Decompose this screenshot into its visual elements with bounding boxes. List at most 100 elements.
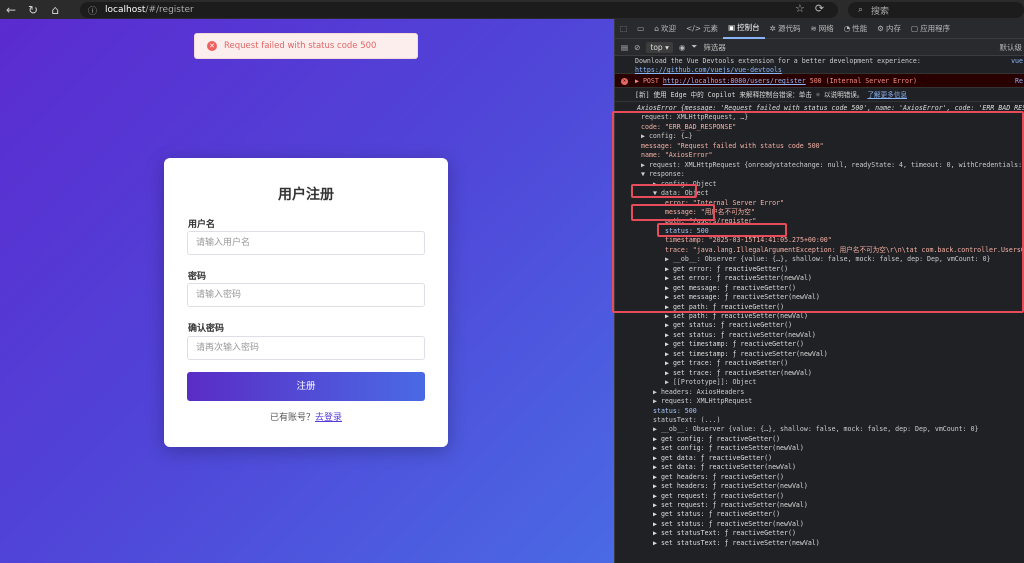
console-tree-line[interactable]: ▶ get config: ƒ reactiveGetter() bbox=[615, 435, 1024, 444]
vue-source[interactable]: vue bbox=[1011, 57, 1023, 66]
password-input[interactable]: 请输入密码 bbox=[187, 283, 425, 307]
confirm-password-label: 确认密码 bbox=[188, 324, 225, 334]
console-tree-line[interactable]: ▶ set data: ƒ reactiveSetter(newVal) bbox=[615, 463, 1024, 472]
vue-link[interactable]: https://github.com/vuejs/vue-devtools bbox=[635, 66, 782, 74]
inspect-icon[interactable]: ⬚ bbox=[615, 19, 632, 39]
copilot-message: [新] 使用 Edge 中的 Copilot 来解释控制台错误：单击 ☼ 以说明… bbox=[615, 88, 1024, 102]
console-tree-line[interactable]: ▶ get status: ƒ reactiveGetter() bbox=[615, 321, 1024, 330]
console-icon: ▣ bbox=[728, 23, 736, 32]
form-title: 用户注册 bbox=[278, 187, 334, 203]
tab-network[interactable]: ≋ 网络 bbox=[805, 19, 838, 39]
tab-network-label: 网络 bbox=[818, 24, 834, 33]
confirm-password-input[interactable]: 请再次输入密码 bbox=[187, 336, 425, 360]
performance-icon: ◔ bbox=[843, 24, 851, 33]
register-button[interactable]: 注册 bbox=[187, 372, 425, 401]
network-error-message: ✕ ▶ POST http://localhost:8080/users/reg… bbox=[615, 74, 1024, 88]
context-value: top bbox=[650, 42, 663, 52]
error-icon: ✕ bbox=[621, 78, 628, 85]
expand-icon[interactable]: ▶ bbox=[635, 77, 643, 85]
address-bar[interactable]: ⓘ localhost/#/register bbox=[80, 2, 838, 18]
copilot-icon[interactable]: ☼ bbox=[816, 91, 820, 99]
copilot-link[interactable]: 了解更多信息 bbox=[867, 91, 907, 99]
login-row: 已有账号？去登录 bbox=[164, 410, 448, 423]
eye-icon[interactable]: ◉ bbox=[679, 43, 686, 52]
toast-text: Request failed with status code 500 bbox=[224, 41, 377, 51]
refresh-icon[interactable]: ⟳ bbox=[815, 2, 824, 15]
console-tree-line[interactable]: ▶ set path: ƒ reactiveSetter(newVal) bbox=[615, 312, 1024, 321]
memory-icon: ⚙ bbox=[877, 24, 885, 33]
console-tree-line[interactable]: ▶ get trace: ƒ reactiveGetter() bbox=[615, 359, 1024, 368]
devtools-panel: ⬚ ▭ ⌂ 欢迎 </> 元素 ▣ 控制台 ✲ 源代码 ≋ 网络 ◔ 性能 ⚙ 内存 ▢ 应用程… bbox=[612, 19, 1024, 563]
highlight-message bbox=[657, 223, 787, 237]
clear-console-icon[interactable]: ⊘ bbox=[634, 43, 640, 52]
back-icon[interactable]: ← bbox=[0, 3, 22, 17]
reload-icon[interactable]: ↻ bbox=[22, 3, 44, 17]
filter-input[interactable]: 筛选器 bbox=[703, 42, 726, 53]
console-tree-line[interactable]: ▶ set config: ƒ reactiveSetter(newVal) bbox=[615, 444, 1024, 453]
url-host: localhost bbox=[105, 5, 146, 15]
tab-sources-label: 源代码 bbox=[777, 24, 801, 33]
console-tree-line[interactable]: ▶ [[Prototype]]: Object bbox=[615, 378, 1024, 387]
tab-console-label: 控制台 bbox=[737, 23, 760, 32]
context-select[interactable]: top ▾ bbox=[646, 41, 673, 53]
console-tree-line[interactable]: ▶ __ob__: Observer {value: {…}, shallow:… bbox=[615, 425, 1024, 434]
console-tree-line[interactable]: ▶ set headers: ƒ reactiveSetter(newVal) bbox=[615, 482, 1024, 491]
console-tree-line[interactable]: ▶ set statusText: ƒ reactiveGetter() bbox=[615, 529, 1024, 538]
error-toast: ✕ Request failed with status code 500 bbox=[194, 33, 418, 59]
search-input[interactable]: ⌕ 搜索 bbox=[848, 2, 1024, 18]
sources-icon: ✲ bbox=[769, 24, 776, 33]
tab-performance[interactable]: ◔ 性能 bbox=[839, 19, 873, 39]
console-tree-line[interactable]: ▶ set trace: ƒ reactiveSetter(newVal) bbox=[615, 369, 1024, 378]
tab-performance-label: 性能 bbox=[852, 24, 868, 33]
highlight-response bbox=[631, 184, 697, 198]
home-icon[interactable]: ⌂ bbox=[44, 3, 66, 17]
tab-welcome[interactable]: ⌂ 欢迎 bbox=[649, 19, 681, 39]
console-tree-line[interactable]: ▶ request: XMLHttpRequest bbox=[615, 397, 1024, 406]
url-path: /#/register bbox=[145, 5, 194, 15]
vue-notice: Download the Vue Devtools extension for … bbox=[635, 57, 921, 65]
star-icon[interactable]: ☆ bbox=[795, 2, 805, 15]
console-tree-line[interactable]: ▶ get status: ƒ reactiveGetter() bbox=[615, 510, 1024, 519]
tab-sources[interactable]: ✲ 源代码 bbox=[765, 19, 806, 39]
username-input[interactable]: 请输入用户名 bbox=[187, 231, 425, 255]
console-tree-line[interactable]: ▶ set status: ƒ reactiveSetter(newVal) bbox=[615, 520, 1024, 529]
copilot-text-2: 以说明错误。 bbox=[823, 91, 864, 99]
console-tree-line[interactable]: ▶ get headers: ƒ reactiveGetter() bbox=[615, 473, 1024, 482]
console-tree-line[interactable]: ▶ set statusText: ƒ reactiveSetter(newVa… bbox=[615, 539, 1024, 548]
login-link[interactable]: 去登录 bbox=[315, 413, 342, 423]
log-levels[interactable]: 默认级 bbox=[1000, 42, 1024, 53]
console-tree-line[interactable]: ▶ set timestamp: ƒ reactiveSetter(newVal… bbox=[615, 350, 1024, 359]
search-icon: ⌕ bbox=[858, 5, 864, 15]
search-placeholder: 搜索 bbox=[871, 6, 890, 17]
tab-application[interactable]: ▢ 应用程序 bbox=[906, 19, 955, 39]
tab-elements-label: 元素 bbox=[703, 24, 719, 33]
post-source[interactable]: Re bbox=[1015, 75, 1023, 87]
console-tree-line: status: 500 bbox=[653, 406, 697, 415]
console-toolbar: ▤ ⊘ top ▾ ◉ ⏷ 筛选器 默认级 bbox=[615, 39, 1024, 56]
device-icon[interactable]: ▭ bbox=[632, 19, 649, 39]
tab-application-label: 应用程序 bbox=[920, 24, 951, 33]
browser-toolbar: ← ↻ ⌂ ⓘ localhost/#/register ☆ ⟳ ⌕ 搜索 bbox=[0, 0, 1024, 19]
devtools-tabs: ⬚ ▭ ⌂ 欢迎 </> 元素 ▣ 控制台 ✲ 源代码 ≋ 网络 ◔ 性能 ⚙ 内存 ▢ 应用程… bbox=[615, 19, 1024, 39]
error-icon: ✕ bbox=[207, 41, 217, 51]
post-url[interactable]: http://localhost:8080/users/register bbox=[663, 77, 806, 85]
console-tree-line[interactable]: ▶ get data: ƒ reactiveGetter() bbox=[615, 454, 1024, 463]
post-status: 500 (Internal Server Error) bbox=[809, 77, 917, 85]
login-prompt: 已有账号？ bbox=[269, 413, 315, 423]
tab-memory[interactable]: ⚙ 内存 bbox=[872, 19, 906, 39]
console-tree-line[interactable]: ▶ get timestamp: ƒ reactiveGetter() bbox=[615, 340, 1024, 349]
application-icon: ▢ bbox=[911, 24, 919, 33]
tab-console[interactable]: ▣ 控制台 bbox=[723, 19, 765, 39]
console-tree-line[interactable]: ▶ headers: AxiosHeaders bbox=[615, 388, 1024, 397]
highlight-data bbox=[631, 204, 715, 221]
console-tree-line[interactable]: ▶ get request: ƒ reactiveGetter() bbox=[615, 492, 1024, 501]
tab-elements[interactable]: </> 元素 bbox=[681, 19, 723, 39]
console-tree-line[interactable]: ▶ set status: ƒ reactiveSetter(newVal) bbox=[615, 331, 1024, 340]
info-icon: ⓘ bbox=[88, 6, 98, 17]
network-icon: ≋ bbox=[810, 24, 817, 33]
vue-devtools-message: Download the Vue Devtools extension for … bbox=[615, 56, 1024, 74]
copilot-text: [新] 使用 Edge 中的 Copilot 来解释控制台错误：单击 bbox=[635, 91, 812, 99]
sidebar-toggle-icon[interactable]: ▤ bbox=[621, 43, 628, 52]
address-actions: ☆ ⟳ bbox=[795, 2, 824, 15]
console-tree-line[interactable]: ▶ set request: ƒ reactiveSetter(newVal) bbox=[615, 501, 1024, 510]
